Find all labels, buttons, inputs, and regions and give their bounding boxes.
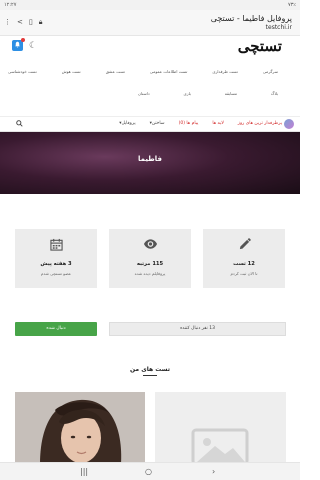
stat-desc: تا الان ثبت کردم <box>230 271 258 276</box>
portrait-image <box>15 392 145 464</box>
back-icon[interactable]: › <box>212 467 215 476</box>
nav-messages[interactable]: پیام ها (0) <box>179 121 199 126</box>
moon-icon[interactable]: ☾ <box>29 41 37 51</box>
home-icon[interactable]: ○ <box>145 467 152 476</box>
stat-card-tests: 12 تست تا الان ثبت کردم <box>203 229 285 288</box>
pencil-icon <box>203 238 285 250</box>
recent-apps-icon[interactable]: ||| <box>80 467 88 476</box>
status-bar: ۱۲:۲۷ ۷۳٪ <box>0 0 300 10</box>
browser-domain[interactable]: testchi.ir <box>62 24 292 31</box>
status-time: ۱۲:۲۷ <box>4 2 17 8</box>
followers-count[interactable]: 13 نفر دنبال کننده <box>109 322 286 336</box>
category-link[interactable]: سرگرمی <box>263 69 278 74</box>
nav-profile[interactable]: پروفایل▾ <box>119 121 135 126</box>
bell-icon <box>14 41 21 50</box>
browser-url-bar: ⋮ < ▯ 🔒︎ پروفایل فاطیما - تستچی testchi.… <box>0 10 300 36</box>
profile-cover: فاطیما <box>0 132 300 194</box>
stat-card-views: 115 مرتبه پروفایلم دیده شده <box>109 229 191 288</box>
notification-dot <box>21 38 25 42</box>
menu-dots-icon[interactable]: ⋮ <box>4 18 11 27</box>
lock-icon: 🔒︎ <box>38 18 43 26</box>
stat-value: 12 تست <box>233 261 255 267</box>
nav-layers[interactable]: لایه ها <box>212 121 223 126</box>
system-nav-bar: ||| ○ › <box>0 462 300 480</box>
image-placeholder-icon <box>191 428 249 466</box>
test-card-placeholder[interactable] <box>155 392 286 466</box>
calendar-icon <box>15 238 97 251</box>
heading-underline <box>143 375 157 376</box>
follow-button[interactable]: دنبال شده <box>15 322 97 336</box>
category-menu-row2: داستان بازی مسابقه بلاگ <box>138 91 278 96</box>
search-icon[interactable] <box>16 120 23 129</box>
category-link[interactable]: تست اطلاعات عمومی <box>150 69 187 74</box>
category-link[interactable]: بازی <box>184 91 191 96</box>
eye-icon <box>109 238 191 250</box>
site-logo[interactable]: تستچی <box>238 37 282 55</box>
status-indicators: ۷۳٪ <box>287 2 296 8</box>
test-card-image[interactable] <box>15 392 145 464</box>
nav-create[interactable]: ساختن▾ <box>150 121 165 126</box>
site-header: ☾ تستچی تست خودشناسی تست هوش تست عشق تست… <box>0 36 300 116</box>
stat-value: 3 هفته پیش <box>40 261 72 267</box>
main-nav: پروفایل▾ ساختن▾ پیام ها (0) لایه ها پرطر… <box>0 116 300 132</box>
browser-page-title: پروفایل فاطیما - تستچی <box>210 14 292 23</box>
stat-desc: پروفایلم دیده شده <box>134 271 166 276</box>
notification-button[interactable] <box>12 38 25 51</box>
bookmark-icon[interactable]: ▯ <box>29 18 33 27</box>
stat-desc: عضو تستچی شدم <box>40 271 72 276</box>
category-link[interactable]: تست خودشناسی <box>8 69 37 74</box>
user-avatar[interactable] <box>284 119 294 129</box>
category-link[interactable]: مسابقه <box>225 91 237 96</box>
category-link[interactable]: بلاگ <box>271 91 278 96</box>
category-link[interactable]: تست عشق <box>106 69 125 74</box>
stat-card-joined: 3 هفته پیش عضو تستچی شدم <box>15 229 97 288</box>
stat-value: 115 مرتبه <box>136 261 164 267</box>
nav-trending[interactable]: پرطرفدار ترین های روز <box>238 121 282 126</box>
category-menu-row1: تست خودشناسی تست هوش تست عشق تست اطلاعات… <box>8 69 278 74</box>
category-link[interactable]: داستان <box>138 91 150 96</box>
share-icon[interactable]: < <box>17 18 23 27</box>
category-link[interactable]: تست طرفداری <box>212 69 237 74</box>
category-link[interactable]: تست هوش <box>62 69 81 74</box>
my-tests-heading: تست های من <box>130 366 170 373</box>
profile-name: فاطیما <box>138 155 162 163</box>
